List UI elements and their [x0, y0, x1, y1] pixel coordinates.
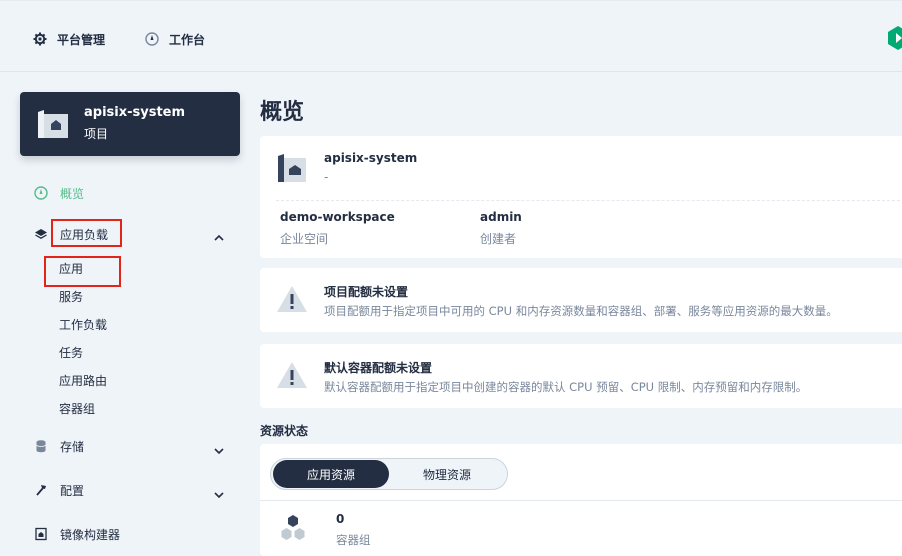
sidebar-subitem-ingress[interactable]: 应用路由: [59, 372, 107, 390]
pods-icon: [280, 514, 306, 542]
sidebar-item-label: 镜像构建器: [60, 527, 121, 542]
dashboard-icon: [145, 32, 159, 46]
sidebar-subitem-jobs[interactable]: 任务: [59, 344, 83, 362]
highlight-box-workloads: [51, 219, 122, 247]
overview-icon: [34, 186, 48, 200]
sidebar-item-label: 配置: [60, 483, 85, 498]
quota-title: 项目配额未设置: [324, 285, 409, 299]
highlight-box-apps: [44, 256, 121, 287]
project-type-label: 项目: [84, 127, 109, 141]
sidebar-item-label: 概览: [60, 186, 85, 201]
project-info-card: apisix-system - demo-workspace 企业空间 admi…: [260, 136, 902, 258]
divider: [260, 500, 902, 501]
sidebar-subitem-services[interactable]: 服务: [59, 288, 83, 306]
quota-description: 项目配额用于指定项目中可用的 CPU 和内存资源数量和容器组、部署、服务等应用资…: [324, 304, 838, 318]
project-card[interactable]: apisix-system 项目: [20, 92, 240, 156]
workspace-label: 企业空间: [280, 232, 329, 246]
workbench-label: 工作台: [169, 32, 206, 47]
tab-app-resources[interactable]: 应用资源: [273, 460, 389, 488]
resource-status-heading: 资源状态: [260, 424, 309, 438]
creator-value: admin: [480, 210, 522, 224]
tab-physical-resources[interactable]: 物理资源: [389, 460, 505, 488]
sidebar-subitem-pods[interactable]: 容器组: [59, 400, 95, 418]
chevron-down-icon[interactable]: [213, 442, 225, 455]
project-icon: [276, 152, 308, 184]
database-icon: [34, 439, 48, 453]
pods-count: 0: [336, 512, 345, 526]
sidebar-item-label: 存储: [60, 439, 85, 454]
default-container-quota-card[interactable]: 默认容器配额未设置 默认容器配额用于指定项目中创建的容器的默认 CPU 预留、C…: [260, 344, 902, 408]
creator-label: 创建者: [480, 232, 517, 246]
chevron-up-icon[interactable]: [213, 229, 225, 241]
default-quota-title: 默认容器配额未设置: [324, 361, 433, 375]
sidebar-subitem-workloads[interactable]: 工作负载: [59, 316, 107, 334]
default-quota-description: 默认容器配额用于指定项目中创建的容器的默认 CPU 预留、CPU 限制、内存预留…: [324, 380, 808, 394]
project-quota-card[interactable]: 项目配额未设置 项目配额用于指定项目中可用的 CPU 和内存资源数量和容器组、部…: [260, 268, 902, 332]
project-description: -: [324, 170, 329, 184]
resource-status-card: 应用资源 物理资源 0 容器组: [260, 444, 902, 556]
kubesphere-logo[interactable]: [888, 25, 902, 51]
pods-label[interactable]: 容器组: [336, 532, 371, 548]
workbench-link[interactable]: 工作台: [145, 29, 205, 49]
resource-tab-group: 应用资源 物理资源: [270, 458, 508, 490]
warning-icon: [276, 360, 308, 390]
platform-management-link[interactable]: 平台管理: [33, 29, 105, 49]
divider: [276, 200, 902, 201]
sidebar-item-config[interactable]: 配置: [34, 480, 84, 500]
warning-icon: [276, 284, 308, 314]
project-name: apisix-system: [84, 105, 186, 120]
sidebar-item-overview[interactable]: 概览: [34, 183, 84, 203]
hammer-icon: [34, 483, 48, 497]
project-icon: [36, 108, 70, 140]
top-navigation-bar: 平台管理 工作台: [0, 0, 902, 72]
sidebar-item-image-builder[interactable]: 镜像构建器: [34, 524, 120, 544]
workspace-value[interactable]: demo-workspace: [280, 210, 395, 224]
platform-management-label: 平台管理: [57, 32, 106, 47]
project-name: apisix-system: [324, 151, 418, 165]
sidebar-item-storage[interactable]: 存储: [34, 436, 84, 456]
page-title: 概览: [260, 100, 305, 125]
gear-icon: [33, 32, 47, 46]
layers-icon: [34, 227, 48, 241]
chevron-down-icon[interactable]: [213, 486, 225, 499]
image-builder-icon: [34, 527, 48, 541]
